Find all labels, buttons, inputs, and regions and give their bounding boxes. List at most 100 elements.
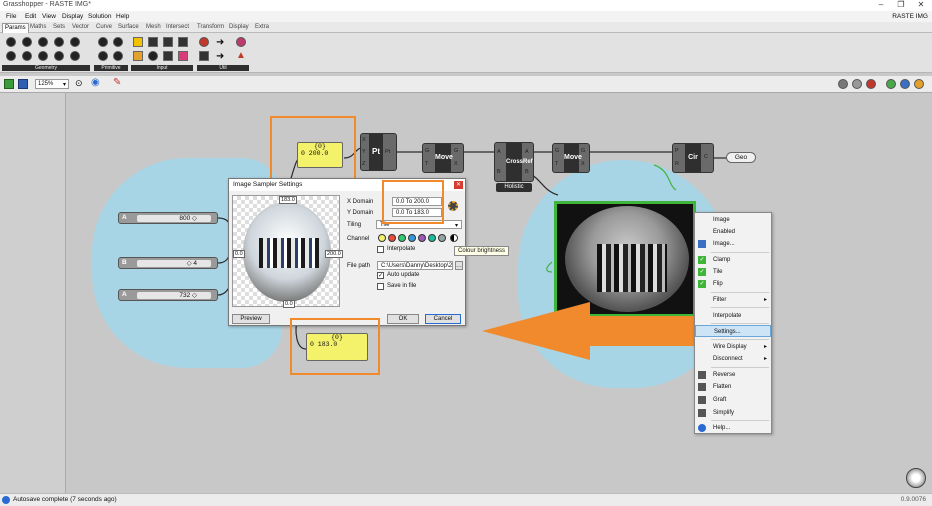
- port-transform-out[interactable]: X: [454, 161, 458, 167]
- save-in-file-label: Save in file: [387, 283, 417, 289]
- simplify-icon: [698, 409, 706, 417]
- menu-item-enabled[interactable]: Enabled: [695, 226, 771, 238]
- move-node[interactable]: G T Move G X: [422, 143, 464, 173]
- channel-label: Channel: [347, 236, 370, 242]
- canvas-navigator-icon[interactable]: [906, 468, 926, 488]
- browse-button[interactable]: …: [455, 261, 463, 270]
- menu-item-settings[interactable]: Settings...: [695, 325, 771, 337]
- menu-item-filter[interactable]: Filter ▸: [695, 294, 771, 306]
- gear-icon[interactable]: [448, 201, 458, 211]
- status-bar: Autosave complete (7 seconds ago) 0.9.00…: [0, 493, 932, 506]
- port-x[interactable]: X: [362, 137, 366, 143]
- dialog-close-button[interactable]: ✕: [454, 181, 463, 189]
- menu-item-wire-display[interactable]: Wire Display ▸: [695, 341, 771, 353]
- slider-label: A: [122, 291, 127, 298]
- channel-hue-icon[interactable]: [428, 234, 436, 242]
- menu-item-simplify[interactable]: Simplify: [695, 407, 771, 419]
- image-top-label: 183.0: [279, 196, 297, 204]
- move-node[interactable]: G T Move G X: [552, 143, 590, 173]
- channel-saturation-icon[interactable]: [438, 234, 446, 242]
- menu-item-label: Image: [713, 217, 730, 223]
- port-plane[interactable]: P: [675, 148, 679, 154]
- check-icon: ✓: [698, 256, 706, 264]
- port-geometry-out[interactable]: G: [454, 148, 458, 154]
- slider-value[interactable]: ◇ 4: [137, 260, 211, 267]
- image-bottom-label: 0.0: [283, 300, 295, 308]
- geometry-param[interactable]: Geo: [726, 152, 756, 163]
- file-path-input[interactable]: C:\Users\Danny\Desktop\200: [377, 261, 453, 270]
- channel-green-icon[interactable]: [398, 234, 406, 242]
- port-b[interactable]: B: [497, 169, 501, 175]
- port-geometry[interactable]: G: [555, 148, 559, 154]
- port-transform-out[interactable]: X: [581, 161, 585, 167]
- port-translation[interactable]: T: [425, 161, 428, 167]
- slider-value[interactable]: 732 ◇: [137, 292, 211, 299]
- submenu-arrow-icon: ▸: [763, 297, 767, 303]
- number-slider[interactable]: A 800 ◇: [118, 212, 218, 224]
- port-a[interactable]: A: [497, 149, 501, 155]
- channel-alpha-icon[interactable]: [418, 234, 426, 242]
- menu-item-flip[interactable]: ✓ Flip: [695, 278, 771, 290]
- menu-item-label: Flip: [713, 281, 723, 287]
- crossref-node[interactable]: A B CrossRef A B: [494, 142, 534, 182]
- number-slider[interactable]: A 732 ◇: [118, 289, 218, 301]
- menu-item-interpolate[interactable]: Interpolate: [695, 310, 771, 322]
- menu-item-label: Tile: [713, 269, 723, 275]
- check-icon: ✓: [698, 280, 706, 288]
- cancel-button[interactable]: Cancel: [425, 314, 461, 324]
- ok-button[interactable]: OK: [387, 314, 419, 324]
- interpolate-checkbox[interactable]: [377, 246, 384, 253]
- menu-item-label: Reverse: [713, 372, 736, 378]
- slider-label: B: [122, 259, 127, 266]
- menu-separator: [711, 252, 769, 253]
- node-name: Cir: [685, 144, 701, 172]
- save-in-file-checkbox[interactable]: [377, 283, 384, 290]
- menu-item-disconnect[interactable]: Disconnect ▸: [695, 353, 771, 365]
- port-pt[interactable]: Pt: [385, 149, 390, 155]
- port-b-out[interactable]: B: [525, 169, 529, 175]
- menu-item-label: Settings...: [714, 329, 741, 335]
- port-y[interactable]: Y: [362, 149, 366, 155]
- port-translation[interactable]: T: [555, 161, 558, 167]
- image-right-label: 200.0: [325, 250, 343, 258]
- construct-point-node[interactable]: X Y Z Pt Pt: [360, 133, 397, 171]
- menu-item-graft[interactable]: Graft: [695, 394, 771, 406]
- info-icon: [2, 496, 10, 504]
- menu-item-flatten[interactable]: Flatten: [695, 381, 771, 393]
- port-geometry[interactable]: G: [425, 148, 429, 154]
- menu-item-label: Disconnect: [713, 356, 743, 362]
- port-circle-out[interactable]: C: [704, 154, 708, 160]
- menu-separator: [711, 367, 769, 368]
- menu-item-help[interactable]: Help...: [695, 422, 771, 434]
- image-preview: 183.0 0.0 200.0 0.0: [232, 195, 343, 308]
- group-photo-silhouettes: [597, 244, 667, 292]
- auto-update-label: Auto update: [387, 272, 420, 278]
- circle-node[interactable]: P R Cir C: [672, 143, 714, 173]
- status-message: Autosave complete (7 seconds ago): [13, 496, 117, 503]
- port-geometry-out[interactable]: G: [581, 148, 585, 154]
- menu-item-image[interactable]: Image: [695, 214, 771, 226]
- channel-brightness-icon[interactable]: [450, 234, 458, 242]
- holistic-badge[interactable]: Holistic: [496, 183, 532, 192]
- image-sampler-node[interactable]: [554, 201, 696, 317]
- menu-item-tile[interactable]: ✓ Tile: [695, 266, 771, 278]
- channel-colour-icon[interactable]: [378, 234, 386, 242]
- image-left-label: 0.0: [233, 250, 245, 258]
- menu-item-reverse[interactable]: Reverse: [695, 369, 771, 381]
- auto-update-checkbox[interactable]: ✓: [377, 272, 384, 279]
- port-z[interactable]: Z: [362, 161, 365, 167]
- menu-item-clamp[interactable]: ✓ Clamp: [695, 254, 771, 266]
- number-slider[interactable]: B ◇ 4: [118, 257, 218, 269]
- port-radius[interactable]: R: [675, 161, 679, 167]
- port-a-out[interactable]: A: [525, 149, 529, 155]
- channel-red-icon[interactable]: [388, 234, 396, 242]
- graft-icon: [698, 396, 706, 404]
- channel-blue-icon[interactable]: [408, 234, 416, 242]
- preview-button[interactable]: Preview: [232, 314, 270, 324]
- node-name: CrossRef: [506, 143, 533, 181]
- slider-value[interactable]: 800 ◇: [137, 215, 211, 222]
- menu-item-label: Enabled: [713, 229, 736, 235]
- x-domain-label: X Domain: [347, 199, 374, 205]
- menu-item-image-dialog[interactable]: Image...: [695, 238, 771, 250]
- menu-separator: [711, 323, 769, 324]
